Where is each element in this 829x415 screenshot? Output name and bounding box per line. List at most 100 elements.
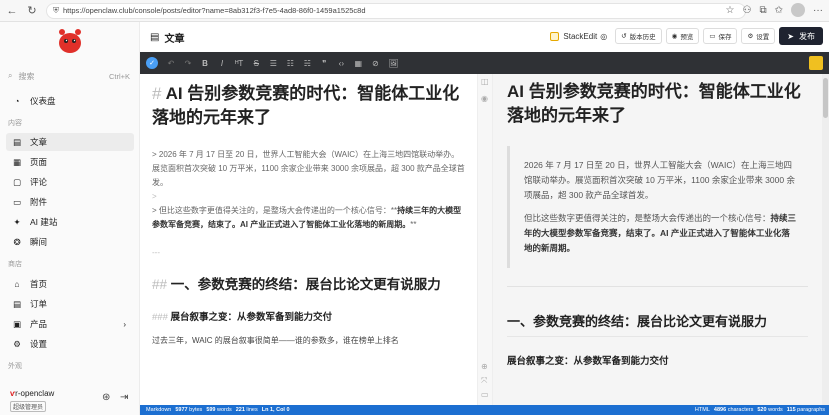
logout-icon[interactable]: ⇥ <box>120 392 128 403</box>
redo-icon[interactable]: ↷ <box>184 59 192 68</box>
strikethrough-icon[interactable]: S <box>252 59 260 68</box>
bold-icon[interactable]: B <box>201 59 209 68</box>
markdown-editor[interactable]: # AI 告别参数竞赛的时代：智能体工业化落地的元年来了 > 2026 年 7 … <box>140 74 477 405</box>
sidebar-item-label: 文章 <box>30 137 48 147</box>
sidebar-item-home[interactable]: ⌂ 首页 <box>6 275 134 293</box>
search-shortcut: Ctrl+K <box>108 71 130 81</box>
undo-icon[interactable]: ↶ <box>167 59 175 68</box>
editor-hr: --- <box>152 248 160 257</box>
quote-icon[interactable]: ❞ <box>320 59 328 68</box>
settings-button[interactable]: ⚙ 设置 <box>741 28 776 44</box>
search-placeholder: 搜索 <box>18 71 35 81</box>
gear-icon: ⚙ <box>747 33 754 40</box>
more-icon[interactable]: ··· <box>813 5 823 16</box>
stackedit-icon <box>550 31 560 41</box>
sidebar-item-label: 评论 <box>30 177 48 187</box>
sidebar-item-label: 订单 <box>30 299 48 309</box>
status-html: HTML <box>694 407 710 413</box>
side-preview-icon[interactable]: ◫ <box>481 77 489 86</box>
address-bar[interactable]: ⛨ https://openclaw.club/console/posts/ed… <box>46 2 746 19</box>
ordered-list-icon[interactable]: ☷ <box>286 59 294 68</box>
editor-h3: ### 展台叙事之变：从参数军备到能力交付 <box>152 312 333 323</box>
eye-icon[interactable]: ◉ <box>481 94 488 103</box>
sidebar-item-orders[interactable]: ▤ 订单 <box>6 295 134 313</box>
editor-gutter: ◫ ◉ ⊕ ⤧ ▭ <box>477 74 493 405</box>
editor-quote: > 2026 年 7 月 17 日至 20 日，世界人工智能大会（WAIC）在上… <box>152 150 465 229</box>
settings-icon: ⚙ <box>13 338 21 349</box>
profile-icon[interactable]: ⊛ <box>102 392 110 403</box>
favorites-icon[interactable]: ✩ <box>775 5 783 16</box>
scroll-thumb[interactable] <box>823 78 828 118</box>
eye-icon: ◉ <box>671 33 678 40</box>
sidebar-item-posts[interactable]: ▤ 文章 <box>6 133 134 151</box>
sidebar-item-label: 设置 <box>30 339 48 349</box>
editor-header: ▤ 文章 StackEdit ◎ ↺ 版本历史 ◉ 预览 ▭ 保存 ⚙ 设置 ➤… <box>140 22 829 52</box>
editor-h1: # AI 告别参数竞赛的时代：智能体工业化落地的元年来了 <box>152 84 460 127</box>
user-footer: ѵr-openclaw 超级管理员 ⊛ ⇥ <box>6 389 136 415</box>
markdown-toolbar: ✓ ↶ ↷ B I ᴴT S ☰ ☷ ☵ ❞ ‹› ▦ ⊘ 🖼 <box>140 52 829 74</box>
page-title: ▤ 文章 <box>150 32 185 45</box>
moments-icon: ❂ <box>13 236 21 247</box>
sidebar-search[interactable]: ⌕ 搜索 Ctrl+K <box>8 68 134 84</box>
bookmark-star-icon[interactable]: ☆ <box>726 5 735 16</box>
explorer-toggle-icon[interactable] <box>809 56 823 70</box>
home-icon: ⌂ <box>14 279 20 289</box>
save-button[interactable]: ▭ 保存 <box>703 28 738 44</box>
sidebar-item-label: 瞬间 <box>30 237 48 247</box>
preview-hr <box>507 286 808 287</box>
dashboard-icon: ◔ <box>14 96 20 106</box>
section-shop-label: 商店 <box>8 261 22 268</box>
pages-icon: ▦ <box>12 156 22 167</box>
italic-icon[interactable]: I <box>218 59 226 68</box>
heading-icon[interactable]: ᴴT <box>235 59 243 68</box>
table-icon[interactable]: ▦ <box>354 59 363 68</box>
stackedit-menu-icon[interactable]: ✓ <box>146 57 158 69</box>
send-icon: ➤ <box>787 31 794 41</box>
expand-icon[interactable]: ⤧ <box>481 376 487 386</box>
preview-h3: 展台叙事之变：从参数军备到能力交付 <box>507 356 669 367</box>
editor-switch-button[interactable]: StackEdit ◎ <box>546 28 612 44</box>
split-icon[interactable]: ⧉ <box>759 5 766 16</box>
browser-toolbar: ← ↻ ⛨ https://openclaw.club/console/post… <box>0 0 829 22</box>
sparkle-icon: ✦ <box>13 216 21 227</box>
user-name[interactable]: ѵr-openclaw <box>10 389 54 398</box>
task-list-icon[interactable]: ☵ <box>303 59 311 68</box>
back-icon[interactable]: ← <box>4 3 20 19</box>
lock-icon: ⛨ <box>53 5 59 15</box>
sidebar-item-products[interactable]: ▣ 产品 › <box>6 315 134 333</box>
post-icon: ▤ <box>150 32 160 43</box>
history-icon: ↺ <box>621 33 627 40</box>
layout-icon[interactable]: ▭ <box>481 390 489 399</box>
preview-scrollbar[interactable] <box>822 74 829 405</box>
sidebar-item-pages[interactable]: ▦ 页面 <box>6 153 134 171</box>
sidebar-item-moments[interactable]: ❂ 瞬间 <box>6 233 134 251</box>
sync-scroll-icon[interactable]: ⊕ <box>481 362 488 371</box>
editor-paragraph: 过去三年，WAIC 的展台叙事很简单——谁的参数多，谁在榜单上排名 <box>152 336 399 345</box>
image-icon[interactable]: 🖼 <box>388 59 398 68</box>
sidebar-item-settings[interactable]: ⚙ 设置 <box>6 335 134 353</box>
preview-h2: 一、参数竞赛的终结：展台比论文更有说服力 <box>507 311 808 337</box>
profile-avatar[interactable] <box>791 3 805 17</box>
history-button[interactable]: ↺ 版本历史 <box>615 28 662 44</box>
link-icon[interactable]: ⊘ <box>371 59 379 68</box>
extension-icon[interactable]: ⚇ <box>743 5 752 16</box>
code-icon[interactable]: ‹› <box>337 59 345 68</box>
sidebar-item-dashboard[interactable]: ◔ 仪表盘 <box>6 92 134 110</box>
unordered-list-icon[interactable]: ☰ <box>269 59 277 68</box>
url-text: https://openclaw.club/console/posts/edit… <box>63 6 366 15</box>
save-icon: ▭ <box>709 33 716 40</box>
user-role-badge: 超级管理员 <box>10 401 47 412</box>
products-icon: ▣ <box>12 318 22 329</box>
sidebar: ⌕ 搜索 Ctrl+K ◔ 仪表盘 内容 ▤ 文章 ▦ 页面 ▢ 评论 ▭ 附件… <box>0 22 140 415</box>
orders-icon: ▤ <box>12 298 22 309</box>
publish-button[interactable]: ➤ 发布 <box>779 27 823 45</box>
comments-icon: ▢ <box>12 176 22 187</box>
sidebar-item-ai-site[interactable]: ✦ AI 建站 <box>6 213 134 231</box>
sidebar-item-attachments[interactable]: ▭ 附件 <box>6 193 134 211</box>
sidebar-item-comments[interactable]: ▢ 评论 <box>6 173 134 191</box>
preview-button[interactable]: ◉ 预览 <box>665 28 700 44</box>
sidebar-item-label: 产品 <box>30 319 48 329</box>
section-external-label: 外观 <box>8 363 22 370</box>
sidebar-item-label: 仪表盘 <box>30 96 56 106</box>
refresh-icon[interactable]: ↻ <box>24 3 40 19</box>
